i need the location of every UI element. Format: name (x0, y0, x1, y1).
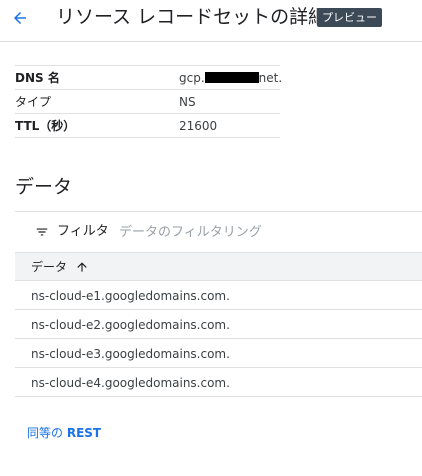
filter-label[interactable]: フィルタ (57, 223, 109, 241)
column-header-label: データ (31, 260, 68, 274)
column-header-data[interactable]: データ (15, 252, 422, 281)
table-cell: ns-cloud-e1.googledomains.com. (31, 289, 230, 303)
dns-name-prefix: gcp. (179, 71, 205, 85)
detail-value-dns-name: gcp. net. (179, 70, 282, 86)
data-table: フィルタ データ ns-cloud-e1.googledomains.com. … (15, 211, 422, 397)
table-row: ns-cloud-e1.googledomains.com. (15, 281, 422, 310)
record-details: DNS 名 gcp. net. タイプ NS TTL（秒） 21600 (15, 65, 282, 138)
table-row: ns-cloud-e2.googledomains.com. (15, 310, 422, 339)
detail-row-ttl: TTL（秒） 21600 (15, 114, 280, 138)
equivalent-rest-link[interactable]: 同等の REST (27, 425, 101, 441)
redaction-block (204, 72, 259, 83)
arrow-upward-icon (77, 262, 87, 272)
dns-name-suffix: net. (258, 71, 283, 85)
arrow-back-icon (14, 12, 26, 24)
filter-bar: フィルタ (15, 212, 422, 252)
page-header: リソース レコードセットの詳細 プレビュー (0, 0, 422, 42)
detail-key-ttl: TTL（秒） (15, 119, 76, 133)
detail-value-ttl: 21600 (179, 119, 218, 133)
table-cell: ns-cloud-e3.googledomains.com. (31, 347, 230, 361)
table-cell: ns-cloud-e2.googledomains.com. (31, 318, 230, 332)
filter-list-icon[interactable] (35, 225, 49, 239)
rest-link-prefix: 同等の (27, 426, 64, 440)
detail-value-type: NS (179, 95, 196, 109)
detail-key-dns-name: DNS 名 (15, 71, 60, 85)
table-cell: ns-cloud-e4.googledomains.com. (31, 376, 230, 390)
detail-row-type: タイプ NS (15, 90, 280, 114)
preview-badge: プレビュー (317, 8, 382, 27)
data-section-title: データ (15, 176, 73, 198)
detail-key-type: タイプ (15, 95, 52, 109)
table-row: ns-cloud-e3.googledomains.com. (15, 339, 422, 368)
table-row: ns-cloud-e4.googledomains.com. (15, 368, 422, 397)
detail-row-dns-name: DNS 名 gcp. net. (15, 66, 282, 90)
rest-link-strong: REST (66, 426, 102, 440)
back-button[interactable] (8, 6, 32, 30)
page-title: リソース レコードセットの詳細 (56, 6, 328, 28)
filter-input[interactable] (119, 221, 399, 243)
